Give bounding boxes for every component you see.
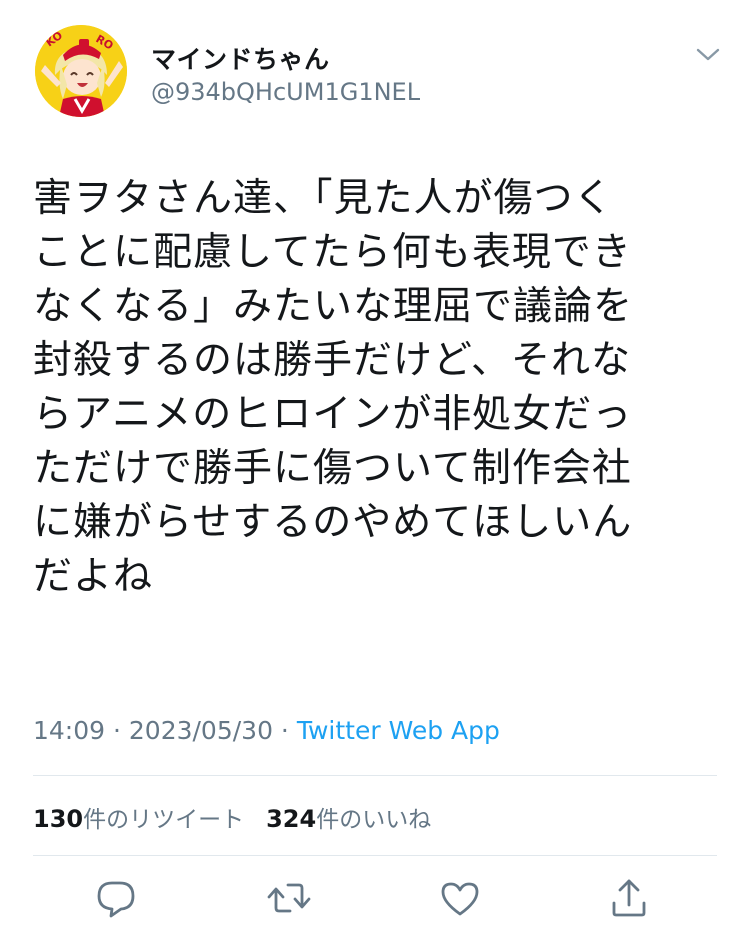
like-stat[interactable]: 324件のいいね xyxy=(266,805,432,833)
engagement-stats: 130件のリツイート 324件のいいね xyxy=(33,800,431,834)
chevron-down-icon xyxy=(696,48,720,61)
display-name[interactable]: マインドちゃん xyxy=(151,40,330,76)
like-label: 件のいいね xyxy=(316,807,432,833)
tweet-text-line: なくなる」みたいな理屈で議論を xyxy=(33,284,634,329)
more-options-button[interactable] xyxy=(692,40,724,68)
retweet-arrows-icon xyxy=(267,883,311,913)
like-count: 324 xyxy=(266,805,317,833)
tweet-text: 害ヲタさん達、「見た人が傷つく ことに配慮してたら何も表現でき なくなる」みたい… xyxy=(33,172,723,604)
tweet-text-line: 封殺するのは勝手だけど、それな xyxy=(33,338,632,383)
tweet-text-line: らアニメのヒロインが非処女だっ xyxy=(33,392,633,437)
tweet-text-line: に嫌がらせするのやめてほしいん xyxy=(33,500,633,545)
avatar[interactable]: KO RO xyxy=(35,25,127,117)
meta-separator: · xyxy=(272,716,297,745)
retweet-button[interactable] xyxy=(266,875,312,921)
tweet-date[interactable]: 2023/05/30 xyxy=(129,716,273,745)
divider xyxy=(33,855,717,856)
retweet-count: 130 xyxy=(33,805,84,833)
user-handle[interactable]: @934bQHcUM1G1NEL xyxy=(151,78,420,106)
tweet-time[interactable]: 14:09 xyxy=(33,716,105,745)
share-upload-icon xyxy=(612,879,646,917)
heart-icon xyxy=(441,882,479,916)
tweet-text-line: ことに配慮してたら何も表現でき xyxy=(33,230,632,275)
reply-button[interactable] xyxy=(93,875,139,921)
tweet-meta: 14:09 · 2023/05/30 · Twitter Web App xyxy=(33,716,500,745)
retweet-label: 件のリツイート xyxy=(83,807,245,833)
meta-separator: · xyxy=(105,716,129,745)
divider xyxy=(33,775,717,776)
tweet-text-line: だよね xyxy=(33,554,154,599)
tweet-source-link[interactable]: Twitter Web App xyxy=(297,716,500,745)
share-button[interactable] xyxy=(606,875,652,921)
tweet-text-line: ただけで勝手に傷ついて制作会社 xyxy=(33,446,632,491)
avatar-illustration: KO RO xyxy=(35,25,127,117)
retweet-stat[interactable]: 130件のリツイート xyxy=(33,805,245,833)
speech-bubble-icon xyxy=(97,881,135,918)
tweet-text-line: 害ヲタさん達、「見た人が傷つく xyxy=(33,176,614,221)
like-button[interactable] xyxy=(437,875,483,921)
